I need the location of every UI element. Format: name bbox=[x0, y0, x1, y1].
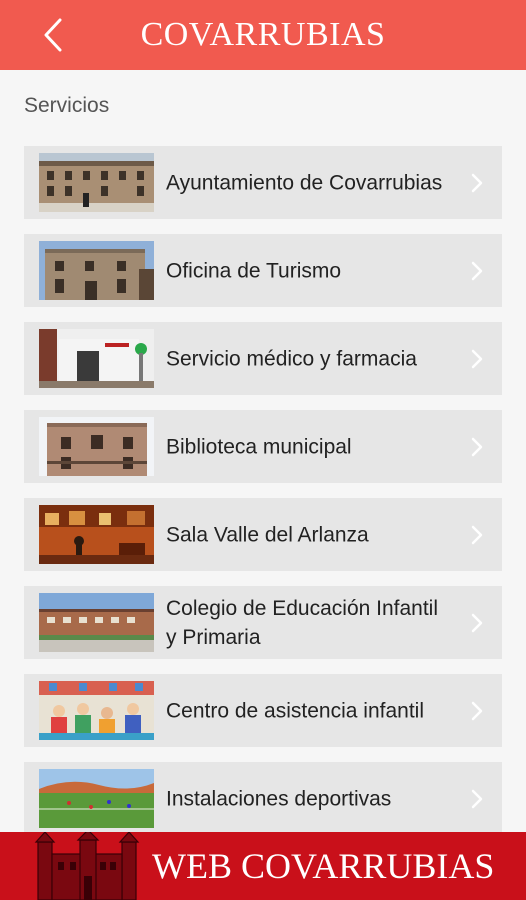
instalaciones-photo bbox=[39, 769, 154, 828]
list-item-ayuntamiento[interactable]: Ayuntamiento de Covarrubias bbox=[24, 146, 502, 219]
list-item-centro-asistencia[interactable]: Centro de asistencia infantil bbox=[24, 674, 502, 747]
app-title: COVARRUBIAS bbox=[140, 16, 386, 53]
sala-valle-photo bbox=[39, 505, 154, 564]
oficina-turismo-photo bbox=[39, 241, 154, 300]
item-label: Instalaciones deportivas bbox=[166, 787, 392, 810]
services-list: Ayuntamiento de Covarrubias Oficina de T… bbox=[24, 146, 502, 850]
list-item-biblioteca[interactable]: Biblioteca municipal bbox=[24, 410, 502, 483]
item-label: Colegio de Educación Infantil y Primaria bbox=[166, 596, 439, 649]
colegio-photo bbox=[39, 593, 154, 652]
list-item-instalaciones[interactable]: Instalaciones deportivas bbox=[24, 762, 502, 835]
footer-title: WEB COVARRUBIAS bbox=[152, 846, 495, 886]
list-item-sala-valle[interactable]: Sala Valle del Arlanza bbox=[24, 498, 502, 571]
castle-logo-icon bbox=[30, 832, 145, 900]
servicio-medico-photo bbox=[39, 329, 154, 388]
chevron-right-icon bbox=[470, 260, 484, 282]
list-item-servicio-medico[interactable]: Servicio médico y farmacia bbox=[24, 322, 502, 395]
chevron-right-icon bbox=[470, 524, 484, 546]
list-item-colegio[interactable]: Colegio de Educación Infantil y Primaria bbox=[24, 586, 502, 659]
list-item-oficina-turismo[interactable]: Oficina de Turismo bbox=[24, 234, 502, 307]
ayuntamiento-photo bbox=[39, 153, 154, 212]
footer-banner[interactable]: WEB COVARRUBIAS bbox=[0, 832, 526, 900]
chevron-right-icon bbox=[470, 788, 484, 810]
biblioteca-photo bbox=[39, 417, 154, 476]
chevron-right-icon bbox=[470, 700, 484, 722]
chevron-right-icon bbox=[470, 172, 484, 194]
item-label: Oficina de Turismo bbox=[166, 259, 342, 282]
chevron-right-icon bbox=[470, 612, 484, 634]
section-title: Servicios bbox=[24, 94, 110, 117]
item-label: Servicio médico y farmacia bbox=[166, 347, 417, 370]
app-header: COVARRUBIAS bbox=[0, 0, 526, 70]
item-label: Sala Valle del Arlanza bbox=[166, 523, 369, 546]
chevron-right-icon bbox=[470, 436, 484, 458]
item-label: Centro de asistencia infantil bbox=[166, 699, 424, 722]
item-label: Ayuntamiento de Covarrubias bbox=[166, 171, 443, 194]
chevron-right-icon bbox=[470, 348, 484, 370]
item-label: Biblioteca municipal bbox=[166, 435, 352, 458]
centro-asistencia-photo bbox=[39, 681, 154, 740]
